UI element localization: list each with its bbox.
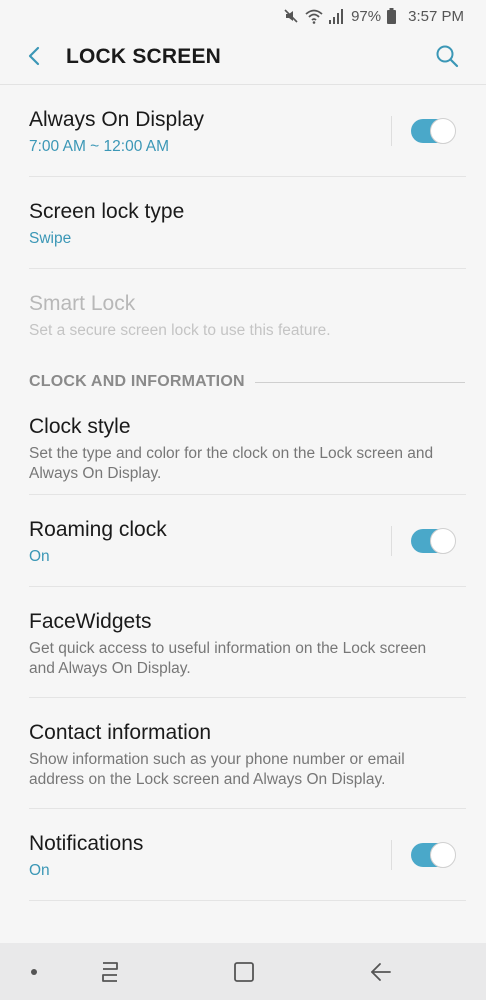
notifications-toggle[interactable] (411, 842, 456, 868)
vertical-separator (391, 116, 392, 146)
roaming-clock-toggle[interactable] (411, 528, 456, 554)
setting-facewidgets[interactable]: FaceWidgets Get quick access to useful i… (0, 587, 486, 698)
setting-value: Swipe (29, 230, 72, 247)
setting-description: Set the type and color for the clock on … (29, 445, 434, 482)
setting-roaming-clock[interactable]: Roaming clock On (0, 495, 486, 587)
setting-smart-lock: Smart Lock Set a secure screen lock to u… (0, 269, 486, 361)
setting-clock-style[interactable]: Clock style Set the type and color for t… (0, 403, 486, 495)
search-icon (435, 44, 459, 73)
setting-notifications[interactable]: Notifications On (0, 809, 486, 901)
wifi-icon (305, 9, 323, 24)
status-bar: 97% 3:57 PM (0, 0, 486, 32)
chevron-left-icon (27, 46, 41, 71)
back-arrow-icon[interactable] (366, 957, 396, 987)
section-line (254, 381, 465, 383)
search-button[interactable] (432, 43, 462, 73)
section-label: CLOCK AND INFORMATION (29, 373, 245, 390)
home-icon[interactable] (229, 957, 259, 987)
setting-title: FaceWidgets (29, 610, 152, 633)
vertical-separator (391, 526, 392, 556)
setting-description: Show information such as your phone numb… (29, 751, 405, 788)
status-time: 3:57 PM (408, 7, 464, 25)
always-on-display-toggle[interactable] (411, 118, 456, 144)
setting-contact-information[interactable]: Contact information Show information suc… (0, 698, 486, 809)
setting-screen-lock-type[interactable]: Screen lock type Swipe (0, 177, 486, 269)
battery-icon (387, 8, 397, 24)
toggle-knob (430, 118, 456, 144)
mute-icon (283, 8, 299, 24)
section-header-clock-and-information: CLOCK AND INFORMATION (0, 361, 486, 403)
app-header: LOCK SCREEN (0, 32, 486, 84)
setting-title: Smart Lock (29, 292, 136, 315)
settings-list: Always On Display 7:00 AM ~ 12:00 AM Scr… (0, 85, 486, 901)
vertical-separator (391, 840, 392, 870)
setting-description: Set a secure screen lock to use this fea… (29, 322, 331, 339)
back-button[interactable] (20, 44, 48, 72)
battery-percent: 97% (351, 7, 382, 25)
page-title: LOCK SCREEN (66, 45, 222, 68)
signal-icon (329, 8, 344, 24)
setting-title: Contact information (29, 721, 212, 744)
dot-icon[interactable] (19, 957, 49, 987)
toggle-knob (430, 528, 456, 554)
setting-title: Screen lock type (29, 200, 185, 223)
recents-icon[interactable] (95, 957, 125, 987)
setting-description: Get quick access to useful information o… (29, 640, 427, 677)
navigation-bar (0, 943, 486, 1000)
setting-always-on-display[interactable]: Always On Display 7:00 AM ~ 12:00 AM (0, 85, 486, 177)
divider (29, 900, 466, 901)
toggle-knob (430, 842, 456, 868)
setting-title: Clock style (29, 415, 131, 438)
